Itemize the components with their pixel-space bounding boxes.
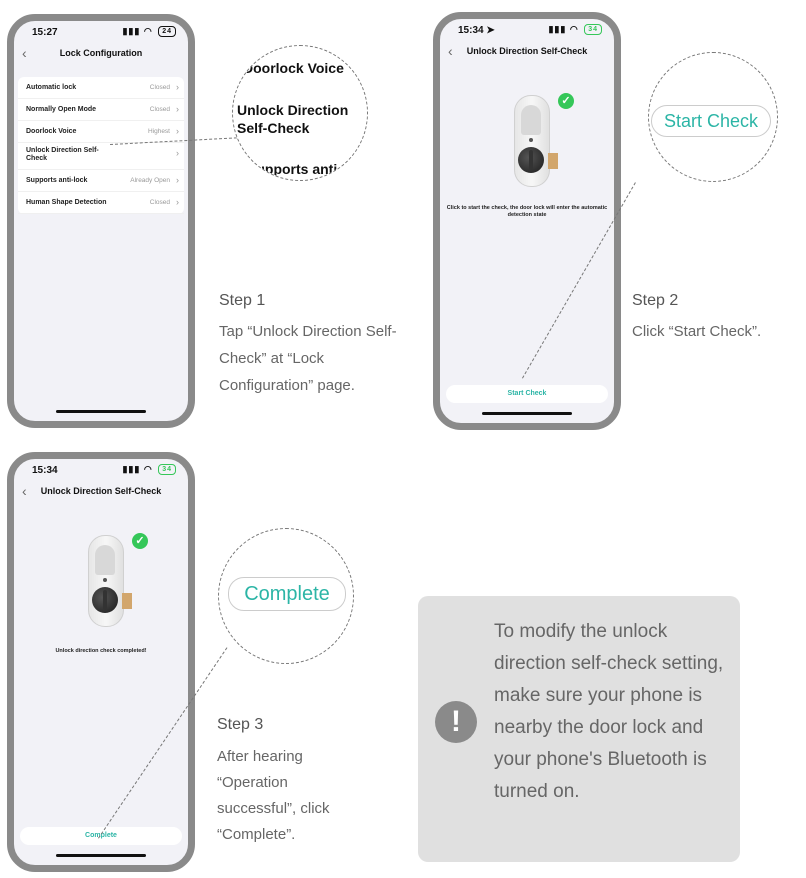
chevron-right-icon: › [176,148,179,158]
settings-row-automatic-lock[interactable]: Automatic lock Closed › [18,77,184,99]
zoom-start-check-label: Start Check [651,105,771,137]
step3-title: Step 3 [217,716,264,733]
page-title: Lock Configuration [59,48,143,58]
phone-complete: 15:34 ▮▮▮ ◠ 34 ‹ Unlock Direction Self-C… [7,452,195,872]
nav-bar: ‹ Unlock Direction Self-Check [14,481,188,503]
row-label: Unlock Direction Self-Check [26,147,99,162]
status-icons: ▮▮▮ ◠ 34 [548,24,602,36]
complete-button[interactable]: Complete [20,827,182,845]
row-label: Doorlock Voice [26,128,77,135]
zoom-text-middle: Unlock Direction Self-Check [237,102,349,136]
chevron-right-icon: › [176,126,179,136]
zoom-callout-unlock-direction: Doorlock Voice Unlock Direction Self-Che… [232,45,368,181]
settings-row-unlock-direction[interactable]: Unlock Direction Self-Check › [18,143,184,170]
chevron-right-icon: › [176,104,179,114]
settings-row-normally-open[interactable]: Normally Open Mode Closed › [18,99,184,121]
status-time: 15:27 [32,27,58,38]
step1-title: Step 1 [219,292,266,309]
row-label: Human Shape Detection [26,199,107,206]
phone-lock-configuration: 15:27 ▮▮▮ ◠ 24 ‹ Lock Configuration Auto… [7,14,195,428]
nav-bar: ‹ Unlock Direction Self-Check [440,41,614,63]
row-value: Closed [149,199,170,206]
status-bar: 15:34 ➤ ▮▮▮ ◠ 34 [440,19,614,39]
page-title: Unlock Direction Self-Check [466,46,588,56]
home-indicator [56,410,146,413]
row-value: Closed [149,84,170,91]
status-icons: ▮▮▮ ◠ 24 [122,26,176,38]
notice-text: To modify the unlock direction self-chec… [494,621,724,802]
battery-icon: 24 [158,26,176,38]
row-label: Supports anti-lock [26,177,88,184]
battery-icon: 34 [158,464,176,476]
location-arrow-icon: ➤ [486,25,495,36]
status-time: 15:34 ➤ [458,25,495,36]
home-indicator [56,854,146,857]
chevron-right-icon: › [176,197,179,207]
row-label: Automatic lock [26,84,77,91]
step3-text: After hearing “Operation successful”, cl… [217,748,330,843]
check-icon: ✓ [132,533,148,549]
completion-caption: Unlock direction check completed! [55,648,147,654]
notice-box: ! To modify the unlock direction self-ch… [418,596,740,862]
nav-bar: ‹ Lock Configuration [14,43,188,65]
check-icon: ✓ [558,93,574,109]
settings-row-doorlock-voice[interactable]: Doorlock Voice Highest › [18,121,184,143]
status-bar: 15:34 ▮▮▮ ◠ 34 [14,459,188,479]
status-time: 15:34 [32,465,58,476]
battery-icon: 34 [584,24,602,36]
settings-row-anti-lock[interactable]: Supports anti-lock Already Open › [18,170,184,192]
zoom-complete-label: Complete [228,577,346,611]
zoom-callout-start-check: Start Check [648,52,778,182]
home-indicator [482,412,572,415]
row-value: Closed [149,106,170,113]
settings-row-human-shape[interactable]: Human Shape Detection Closed › [18,192,184,214]
exclamation-icon: ! [435,701,477,743]
instruction-caption: Click to start the check, the door lock … [446,205,608,218]
row-label: Normally Open Mode [26,106,97,113]
chevron-right-icon: › [176,82,179,92]
row-value: Highest [147,128,170,135]
row-value: Already Open [130,177,170,184]
status-icons: ▮▮▮ ◠ 34 [122,464,176,476]
zoom-text-bottom: Supports anti- [247,161,342,177]
settings-list: Automatic lock Closed › Normally Open Mode… [18,77,184,214]
step2-title: Step 2 [632,292,679,309]
start-check-button[interactable]: Start Check [446,385,608,403]
zoom-text-top: Doorlock Voice [243,60,344,76]
chevron-right-icon: › [176,175,179,185]
status-bar: 15:27 ▮▮▮ ◠ 24 [14,21,188,41]
step2-text: Click “Start Check”. [632,323,762,340]
zoom-callout-complete: Complete [218,528,354,664]
step1-text: Tap “Unlock Direction Self-Check” at “Lo… [219,323,397,394]
page-title: Unlock Direction Self-Check [40,486,162,496]
